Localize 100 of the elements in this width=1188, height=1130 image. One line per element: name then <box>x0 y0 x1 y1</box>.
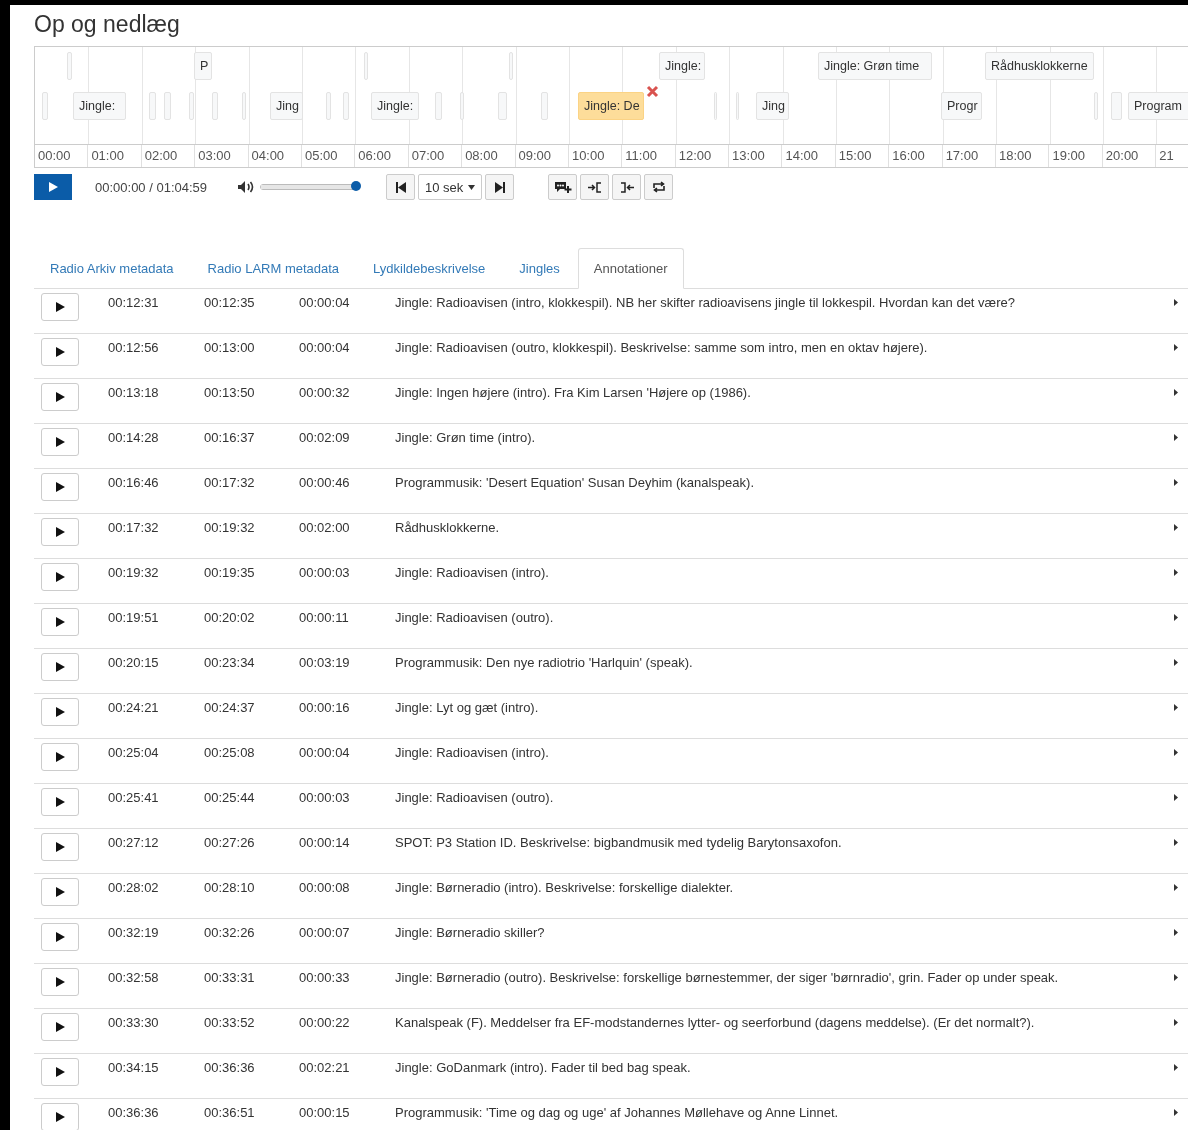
timeline-marker[interactable] <box>541 92 548 120</box>
end-time: 00:28:10 <box>204 880 256 895</box>
tab[interactable]: Radio LARM metadata <box>191 248 356 289</box>
timeline-marker[interactable] <box>189 92 194 120</box>
timeline-segment[interactable]: Jing <box>270 92 303 120</box>
set-start-button[interactable] <box>580 174 609 200</box>
caret-icon[interactable] <box>1174 1109 1178 1116</box>
annotation-text: Jingle: Børneradio (intro). Beskrivelse: forskellige dialekter. <box>395 880 735 895</box>
time-tick: 02:00 <box>141 145 196 167</box>
add-comment-button[interactable] <box>548 174 577 200</box>
start-time: 00:24:21 <box>108 700 160 715</box>
play-icon <box>54 931 66 943</box>
set-end-button[interactable] <box>612 174 641 200</box>
caret-icon[interactable] <box>1174 569 1178 576</box>
start-time: 00:36:36 <box>108 1105 160 1120</box>
play-button[interactable] <box>34 174 72 200</box>
timeline-segment[interactable]: Jingle: <box>659 52 706 80</box>
timeline-segment[interactable]: Rådhusklokkerne <box>985 52 1094 80</box>
timeline-segment[interactable]: P <box>194 52 213 80</box>
tab[interactable]: Jingles <box>503 248 576 289</box>
play-icon <box>54 571 66 583</box>
play-icon <box>54 526 66 538</box>
end-time: 00:32:26 <box>204 925 256 940</box>
slider-thumb[interactable] <box>351 181 361 191</box>
caret-icon[interactable] <box>1174 749 1178 756</box>
volume-icon[interactable] <box>237 180 255 194</box>
end-time: 00:19:35 <box>204 565 256 580</box>
start-time: 00:28:02 <box>108 880 160 895</box>
caret-icon[interactable] <box>1174 884 1178 891</box>
duration: 00:03:19 <box>299 655 351 670</box>
timeline-segment[interactable]: Progr <box>941 92 982 120</box>
tab[interactable]: Annotationer <box>577 248 684 289</box>
annotation-text: Rådhusklokkerne. <box>395 520 501 535</box>
duration: 00:00:04 <box>299 295 351 310</box>
play-icon <box>54 436 66 448</box>
play-icon <box>54 706 66 718</box>
skip-forward-button[interactable] <box>485 174 514 200</box>
timeline-marker[interactable] <box>42 92 48 120</box>
start-time: 00:33:30 <box>108 1015 160 1030</box>
play-icon <box>54 1066 66 1078</box>
caret-icon[interactable] <box>1174 839 1178 846</box>
tab[interactable]: Lydkildebeskrivelse <box>357 248 502 289</box>
timeline-marker[interactable] <box>67 52 72 80</box>
caret-icon[interactable] <box>1174 389 1178 396</box>
step-dropdown[interactable]: 10 sek <box>418 174 482 200</box>
end-time: 00:12:35 <box>204 295 256 310</box>
caret-icon[interactable] <box>1174 344 1178 351</box>
timeline-marker[interactable] <box>212 92 218 120</box>
annotation-text: SPOT: P3 Station ID. Beskrivelse: bigbandmusik med tydelig Barytonsaxofon. <box>395 835 843 850</box>
timeline-marker[interactable] <box>343 92 349 120</box>
duration: 00:00:22 <box>299 1015 351 1030</box>
timeline-segment[interactable]: Jingle: <box>73 92 126 120</box>
time-tick: 18:00 <box>996 145 1050 167</box>
play-icon <box>54 616 66 628</box>
duration: 00:00:07 <box>299 925 351 940</box>
start-time: 00:27:12 <box>108 835 160 850</box>
timeline-segment[interactable]: Jing <box>756 92 789 120</box>
caret-icon[interactable] <box>1174 434 1178 441</box>
duration: 00:02:21 <box>299 1060 351 1075</box>
duration: 00:02:09 <box>299 430 351 445</box>
start-time: 00:12:31 <box>108 295 160 310</box>
caret-icon[interactable] <box>1174 794 1178 801</box>
loop-button[interactable] <box>644 174 673 200</box>
tab[interactable]: Radio Arkiv metadata <box>34 248 190 289</box>
caret-icon[interactable] <box>1174 479 1178 486</box>
caret-icon[interactable] <box>1174 704 1178 711</box>
timeline-marker[interactable] <box>498 92 507 120</box>
duration: 00:00:14 <box>299 835 351 850</box>
end-time: 00:27:26 <box>204 835 256 850</box>
timeline-marker[interactable] <box>149 92 156 120</box>
time-tick: 01:00 <box>88 145 142 167</box>
start-time: 00:19:51 <box>108 610 160 625</box>
timeline-marker[interactable] <box>1111 92 1122 120</box>
caret-icon[interactable] <box>1174 1019 1178 1026</box>
timeline-marker[interactable] <box>164 92 171 120</box>
play-icon <box>54 481 66 493</box>
timeline-segment[interactable]: Jingle: Grøn time <box>818 52 932 80</box>
timeline-marker[interactable] <box>326 92 331 120</box>
close-icon[interactable] <box>646 85 659 98</box>
caret-icon[interactable] <box>1174 929 1178 936</box>
timeline-segment[interactable]: Program <box>1128 92 1188 120</box>
time-tick: 06:00 <box>355 145 409 167</box>
duration: 00:00:16 <box>299 700 351 715</box>
caret-icon[interactable] <box>1174 659 1178 666</box>
timeline-segment[interactable]: Jingle: <box>371 92 419 120</box>
start-time: 00:17:32 <box>108 520 160 535</box>
timeline-segment[interactable]: Jingle: De <box>578 92 644 120</box>
time-tick: 09:00 <box>515 145 569 167</box>
caret-icon[interactable] <box>1174 524 1178 531</box>
caret-icon[interactable] <box>1174 299 1178 306</box>
start-time: 00:16:46 <box>108 475 160 490</box>
skip-back-button[interactable] <box>386 174 415 200</box>
caret-icon[interactable] <box>1174 1064 1178 1071</box>
timeline-marker[interactable] <box>435 92 442 120</box>
time-tick: 00:00 <box>35 145 89 167</box>
caret-icon[interactable] <box>1174 974 1178 981</box>
annotation-text: Jingle: Børneradio (outro). Beskrivelse: forskellige børnestemmer, der siger 'børnradio', grin. Fader op under speak. <box>395 970 1060 985</box>
end-time: 00:17:32 <box>204 475 256 490</box>
duration: 00:00:11 <box>299 610 350 625</box>
caret-icon[interactable] <box>1174 614 1178 621</box>
